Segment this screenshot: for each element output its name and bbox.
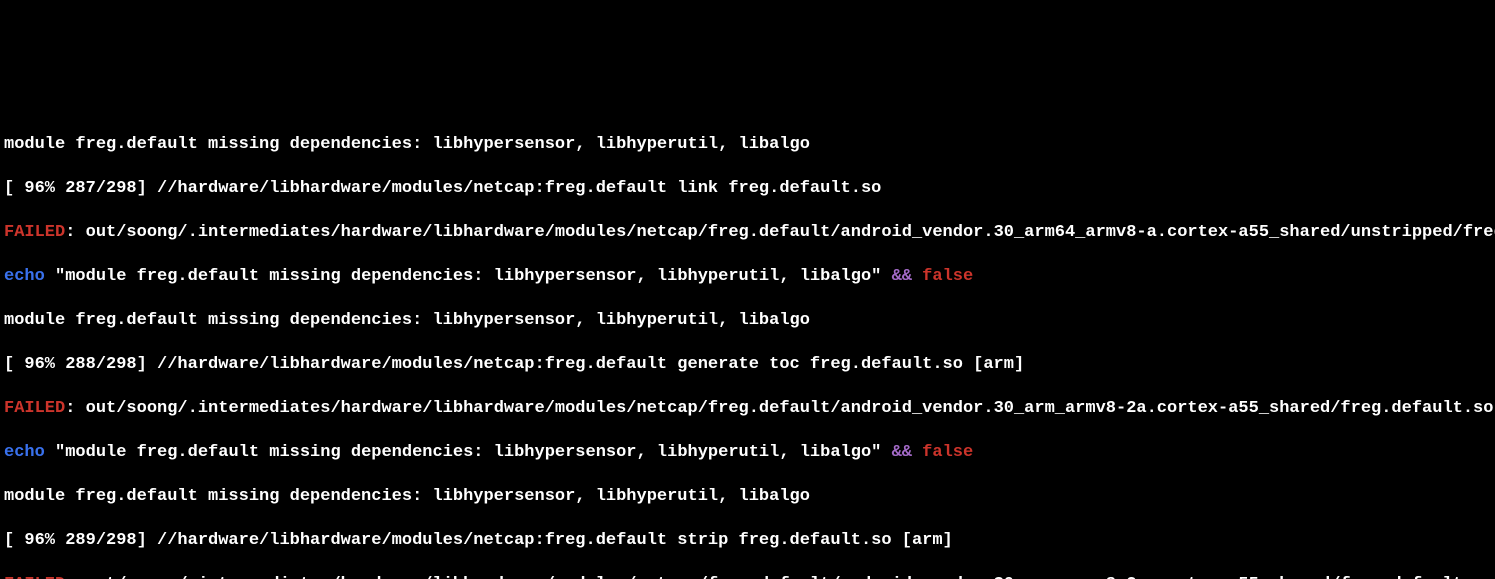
terminal-output[interactable]: module freg.default missing dependencies… [0,110,1495,579]
failed-tag: FAILED [4,399,65,418]
log-line: echo "module freg.default missing depend… [4,442,1491,464]
log-line: echo "module freg.default missing depend… [4,266,1491,288]
log-line: FAILED: out/soong/.intermediates/hardwar… [4,398,1491,420]
log-line: module freg.default missing dependencies… [4,486,1491,508]
log-line: [ 96% 288/298] //hardware/libhardware/mo… [4,354,1491,376]
and-op: && [892,267,912,286]
log-line: module freg.default missing dependencies… [4,310,1491,332]
echo-cmd: echo [4,443,45,462]
echo-string: "module freg.default missing dependencie… [45,267,892,286]
log-line: FAILED: out/soong/.intermediates/hardwar… [4,222,1491,244]
and-op: && [892,443,912,462]
log-line: FAILED: out/soong/.intermediates/hardwar… [4,574,1491,579]
log-line: [ 96% 287/298] //hardware/libhardware/mo… [4,178,1491,200]
failed-path: : out/soong/.intermediates/hardware/libh… [65,223,1495,242]
echo-string: "module freg.default missing dependencie… [45,443,892,462]
false-cmd: false [912,267,973,286]
failed-path: : out/soong/.intermediates/hardware/libh… [65,575,1493,579]
failed-path: : out/soong/.intermediates/hardware/libh… [65,399,1495,418]
false-cmd: false [912,443,973,462]
log-line: module freg.default missing dependencies… [4,134,1491,156]
failed-tag: FAILED [4,575,65,579]
failed-tag: FAILED [4,223,65,242]
echo-cmd: echo [4,267,45,286]
log-line: [ 96% 289/298] //hardware/libhardware/mo… [4,530,1491,552]
